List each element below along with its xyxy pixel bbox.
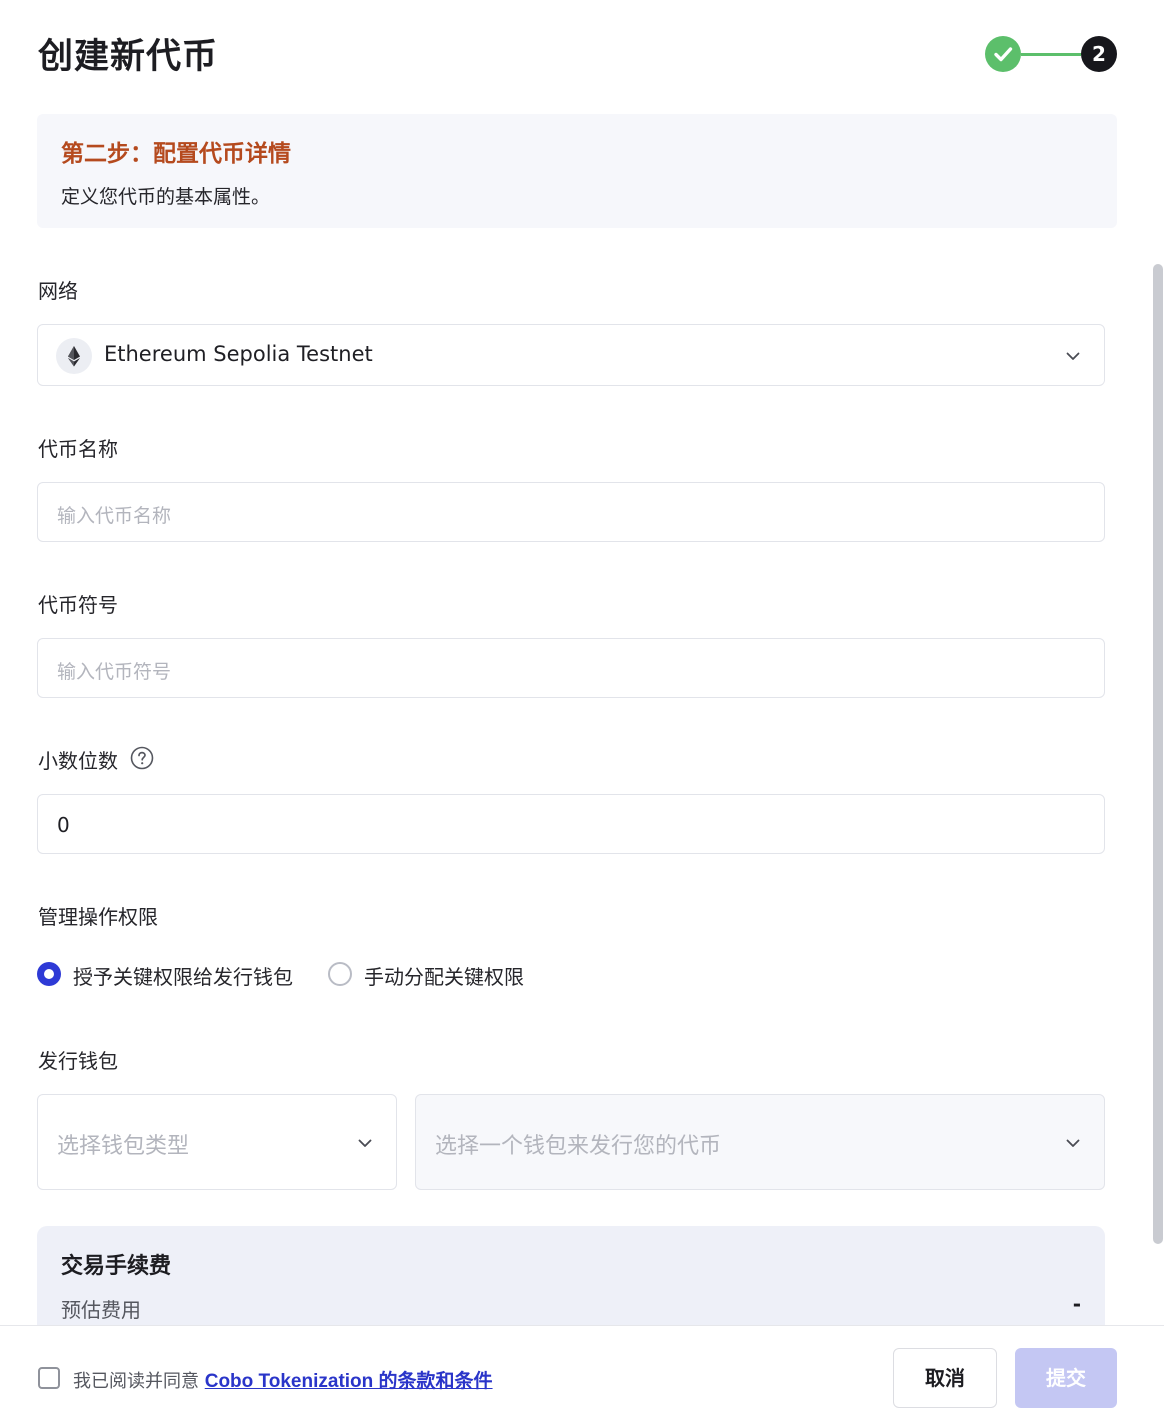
step-description: 定义您代币的基本属性。 (61, 186, 271, 208)
radio-grant-to-issuing-wallet[interactable] (37, 962, 61, 986)
network-value: Ethereum Sepolia Testnet (104, 342, 373, 366)
step-connector (1021, 53, 1081, 56)
wallet-type-placeholder: 选择钱包类型 (57, 1134, 190, 1159)
stepper: 2 (985, 36, 1118, 72)
cancel-button[interactable]: 取消 (893, 1348, 997, 1408)
question-circle-icon[interactable] (130, 746, 154, 770)
token-symbol-label: 代币符号 (38, 593, 118, 617)
chevron-down-icon (1066, 352, 1080, 360)
terms-link[interactable]: Cobo Tokenization 的条款和条件 (205, 1371, 493, 1392)
fee-estimate-label: 预估费用 (61, 1298, 141, 1322)
page-title: 创建新代币 (38, 37, 219, 77)
network-select[interactable]: Ethereum Sepolia Testnet (37, 324, 1105, 386)
step-2-current: 2 (1081, 36, 1117, 72)
scrollbar-thumb[interactable] (1153, 264, 1163, 1244)
agree-text: 我已阅读并同意 Cobo Tokenization 的条款和条件 (73, 1366, 493, 1393)
step-title: 第二步：配置代币详情 (61, 141, 291, 167)
agree-prefix: 我已阅读并同意 (73, 1371, 205, 1392)
radio-grant-label[interactable]: 授予关键权限给发行钱包 (73, 961, 293, 990)
step-1-complete (985, 36, 1021, 72)
radio-manual-label[interactable]: 手动分配关键权限 (364, 961, 524, 990)
token-name-input[interactable]: 输入代币名称 (37, 482, 1105, 542)
wallet-placeholder: 选择一个钱包来发行您的代币 (435, 1134, 722, 1159)
radio-manual-assign[interactable] (328, 962, 352, 986)
decimals-input[interactable]: 0 (37, 794, 1105, 854)
token-symbol-placeholder: 输入代币符号 (57, 661, 172, 683)
decimals-value: 0 (57, 813, 70, 837)
step-info-box: 第二步：配置代币详情 定义您代币的基本属性。 (37, 114, 1117, 228)
token-symbol-input[interactable]: 输入代币符号 (37, 638, 1105, 698)
fee-estimate-value: - (1072, 1292, 1081, 1316)
chevron-down-icon (1066, 1139, 1080, 1147)
agree-checkbox[interactable] (38, 1367, 60, 1389)
checkmark-icon (994, 47, 1013, 62)
token-name-placeholder: 输入代币名称 (57, 505, 172, 527)
network-label: 网络 (38, 279, 78, 303)
issuing-wallet-label: 发行钱包 (38, 1049, 118, 1073)
chevron-down-icon (358, 1139, 372, 1147)
footer-bar: 我已阅读并同意 Cobo Tokenization 的条款和条件 取消 提交 (0, 1325, 1164, 1427)
wallet-select[interactable]: 选择一个钱包来发行您的代币 (415, 1094, 1105, 1190)
decimals-label: 小数位数 (38, 749, 118, 773)
token-name-label: 代币名称 (38, 437, 118, 461)
fee-title: 交易手续费 (61, 1254, 172, 1279)
ethereum-icon (56, 338, 92, 374)
submit-button[interactable]: 提交 (1015, 1348, 1117, 1408)
wallet-type-select[interactable]: 选择钱包类型 (37, 1094, 397, 1190)
permissions-label: 管理操作权限 (38, 905, 158, 929)
